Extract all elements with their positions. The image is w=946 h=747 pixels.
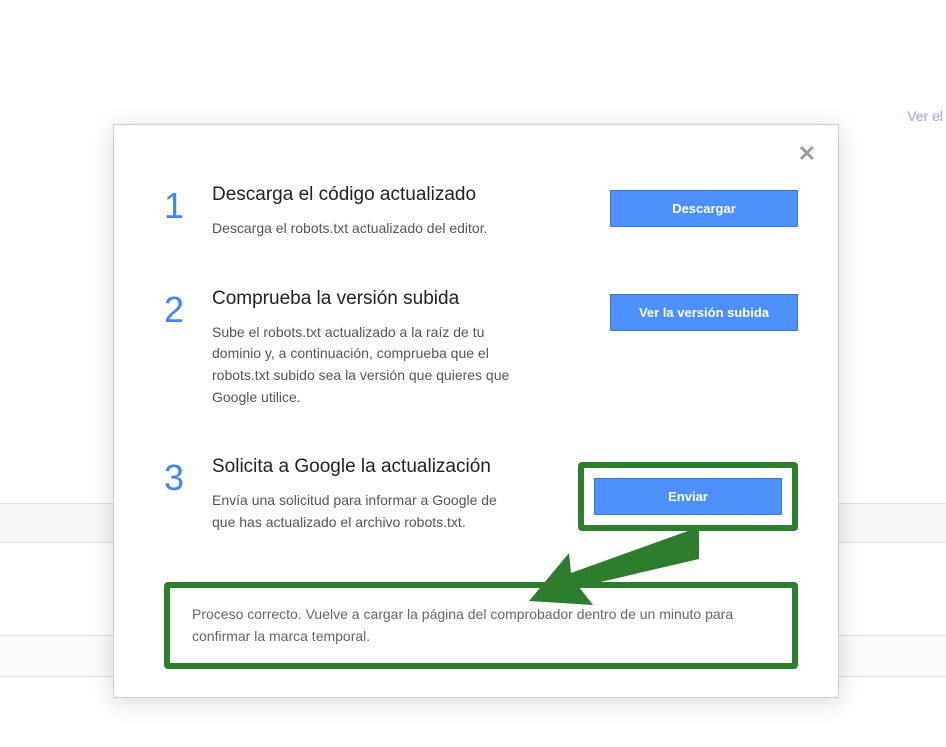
step-title: Comprueba la versión subida [212, 288, 570, 310]
view-uploaded-button[interactable]: Ver la versión subida [610, 294, 798, 331]
step-number: 3 [164, 460, 194, 496]
submit-robots-modal: ✕ 1 Descarga el código actualizado Desca… [113, 124, 839, 698]
highlight-box-submit: Enviar [578, 462, 798, 531]
step-title: Descarga el código actualizado [212, 184, 570, 206]
step-1: 1 Descarga el código actualizado Descarg… [164, 184, 798, 240]
step-2: 2 Comprueba la versión subida Sube el ro… [164, 288, 798, 409]
step-description: Descarga el robots.txt actualizado del e… [212, 218, 522, 240]
submit-button[interactable]: Enviar [594, 478, 782, 515]
background-link[interactable]: Ver el [907, 108, 943, 124]
step-description: Envía una solicitud para informar a Goog… [212, 490, 522, 533]
step-description: Sube el robots.txt actualizado a la raíz… [212, 322, 522, 409]
step-title: Solicita a Google la actualización [212, 456, 550, 478]
close-icon[interactable]: ✕ [798, 143, 816, 165]
download-button[interactable]: Descargar [610, 190, 798, 227]
step-number: 2 [164, 292, 194, 328]
step-3: 3 Solicita a Google la actualización Env… [164, 456, 798, 533]
status-message: Proceso correcto. Vuelve a cargar la pág… [192, 604, 770, 647]
step-number: 1 [164, 188, 194, 224]
highlight-box-status: Proceso correcto. Vuelve a cargar la pág… [164, 582, 798, 669]
